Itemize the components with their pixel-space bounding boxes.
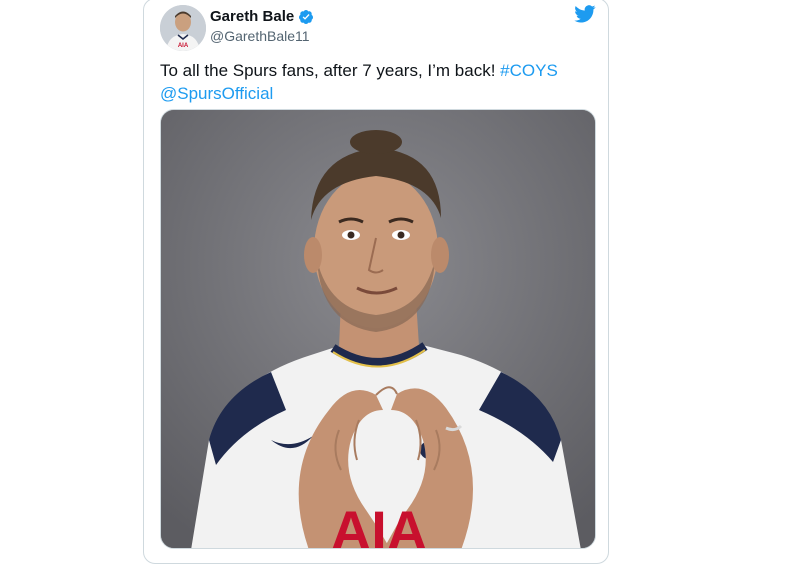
mention-link[interactable]: @SpursOfficial (160, 84, 273, 103)
twitter-bird-icon[interactable] (574, 5, 596, 23)
avatar-sponsor-text: AIA (178, 43, 189, 49)
author-block: Gareth Bale @GarethBale11 (210, 8, 314, 46)
photo-illustration: AIA (161, 110, 595, 549)
hashtag-link[interactable]: #COYS (500, 61, 558, 80)
tweet-text: To all the Spurs fans, after 7 years, I’… (160, 59, 590, 105)
tweet-card[interactable]: AIA Gareth Bale @GarethBale11 To all the… (143, 0, 609, 564)
display-name[interactable]: Gareth Bale (210, 8, 294, 26)
tweet-body-text: To all the Spurs fans, after 7 years, I’… (160, 61, 501, 80)
avatar[interactable]: AIA (160, 5, 206, 51)
tweet-photo[interactable]: AIA (160, 109, 596, 549)
shirt-sponsor-text: AIA (331, 499, 427, 549)
user-handle[interactable]: @GarethBale11 (210, 27, 314, 46)
avatar-image: AIA (160, 5, 206, 51)
verified-badge-icon (299, 10, 314, 24)
